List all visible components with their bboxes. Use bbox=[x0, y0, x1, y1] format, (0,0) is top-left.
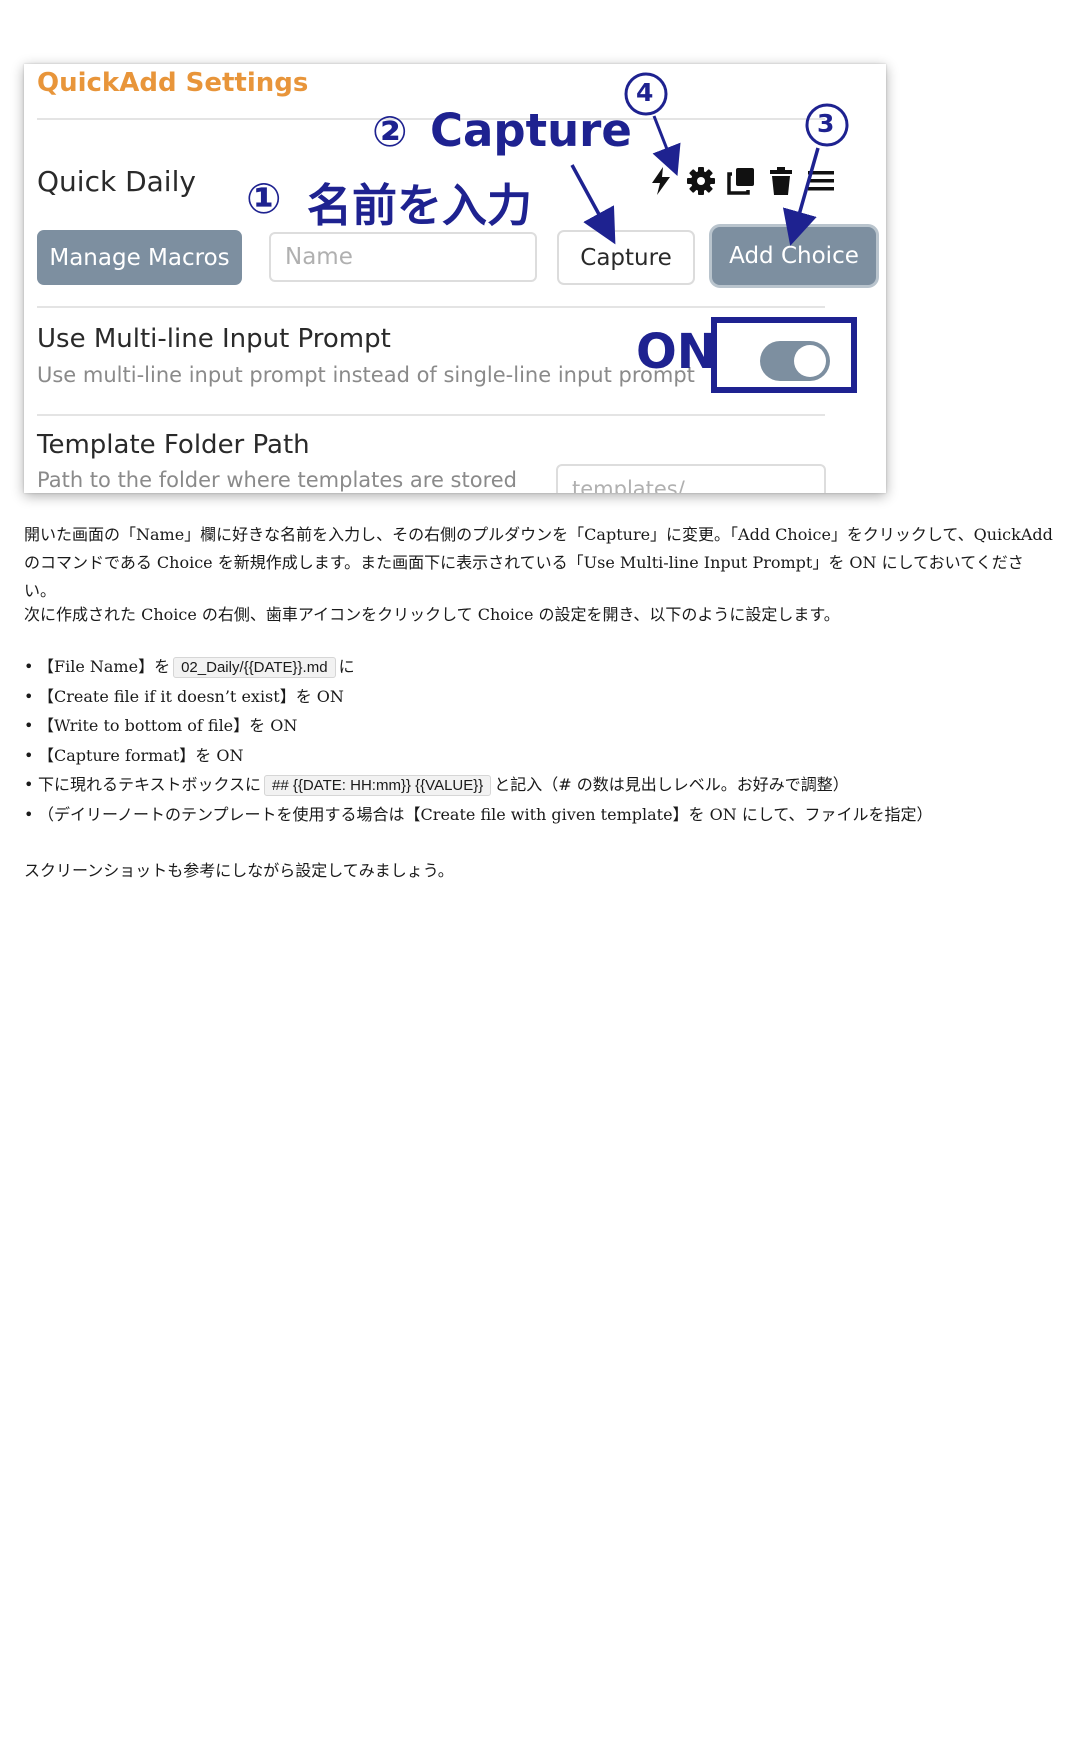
capture-format-code: ## {{DATE: HH:mm}} {{VALUE}} bbox=[264, 775, 492, 796]
quickadd-settings-screenshot: QuickAdd Settings Quick Daily Manage Mac… bbox=[24, 64, 886, 493]
file-name-code: 02_Daily/{{DATE}}.md bbox=[173, 657, 336, 678]
list-item: • 【Capture format】を ON bbox=[24, 745, 244, 765]
annotation-3-number: 3 bbox=[817, 109, 835, 138]
annotation-2-number: ② bbox=[372, 107, 408, 156]
list-item: • 下に現れるテキストボックスに ## {{DATE: HH:mm}} {{VALU… bbox=[24, 775, 849, 796]
annotation-4-number: 4 bbox=[636, 78, 654, 107]
annotation-4-arrow bbox=[652, 115, 681, 176]
intro-paragraph: 開いた画面の「Name」欄に好きな名前を入力し、その右側のプルダウンを「Capt… bbox=[24, 525, 1053, 600]
list-item: • 【File Name】を 02_Daily/{{DATE}}.md に bbox=[24, 657, 355, 678]
annotation-on-box bbox=[711, 317, 857, 393]
annotation-1-number: ① bbox=[246, 174, 282, 223]
list-item: • 【Write to bottom of file】を ON bbox=[24, 716, 298, 735]
list-item: • 【Create file if it doesn’t exist】を ON bbox=[24, 686, 344, 706]
settings-steps-list: • 【File Name】を 02_Daily/{{DATE}}.md に • 【Cre… bbox=[24, 652, 933, 829]
annotation-3-arrow bbox=[782, 147, 820, 246]
list-item: • （デイリーノートのテンプレートを使用する場合は【Create file wit… bbox=[24, 804, 933, 824]
annotation-on-label: ON bbox=[636, 324, 717, 380]
annotation-2-arrow bbox=[570, 164, 616, 245]
choice-settings-paragraph: 次に作成された Choice の右側、歯車アイコンをクリックして Choice … bbox=[24, 605, 840, 624]
annotation-1-text: 名前を入力 bbox=[307, 179, 533, 232]
closing-paragraph: スクリーンショットも参考にしながら設定してみましょう。 bbox=[24, 861, 454, 880]
annotation-2-text: Capture bbox=[430, 104, 632, 157]
